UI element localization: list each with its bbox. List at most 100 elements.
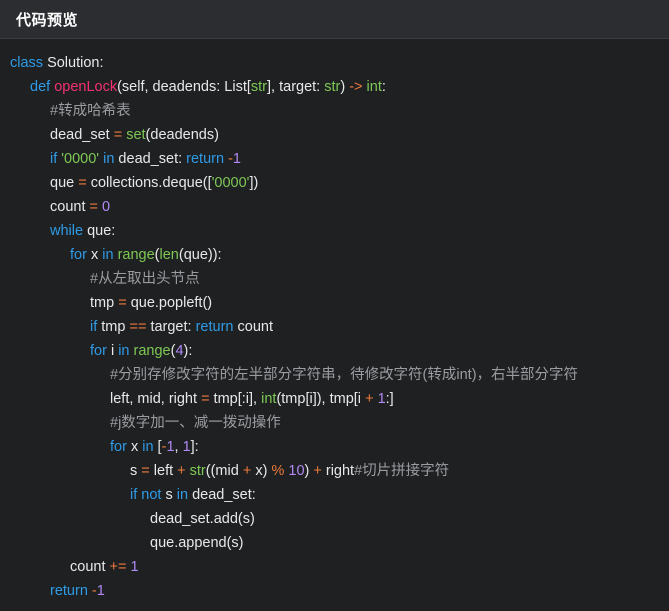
code-token-kw: for	[90, 343, 107, 359]
code-line: count = 0	[0, 195, 669, 219]
code-line: if tmp == target: return count	[0, 315, 669, 339]
code-token-pl: s	[161, 487, 177, 503]
code-token-cm: #转成哈希表	[50, 103, 131, 119]
code-token-bi: int	[261, 391, 277, 407]
code-line: count += 1	[0, 555, 669, 579]
code-token-num: 1	[377, 391, 386, 407]
code-token-kw: in	[176, 487, 189, 503]
code-token-pl: dead_set.add(s)	[150, 511, 255, 527]
code-token-num: 0	[102, 199, 111, 215]
code-token-num: 1	[166, 439, 175, 455]
code-line: return -1	[0, 579, 669, 603]
code-token-pl: right	[321, 463, 355, 479]
code-line: dead_set.add(s)	[0, 507, 669, 531]
code-token-op: +	[365, 391, 374, 407]
code-token-pl: (que)):	[178, 247, 222, 263]
code-line: for x in range(len(que)):	[0, 243, 669, 267]
code-token-pl: tmp	[90, 295, 119, 311]
code-token-pl: :	[381, 79, 386, 95]
code-line: while que:	[0, 219, 669, 243]
code-token-num: 10	[288, 463, 305, 479]
code-line: if not s in dead_set:	[0, 483, 669, 507]
code-token-kw: for	[110, 439, 127, 455]
code-preview-panel: 代码预览 class Solution: def openLock(self, d…	[0, 0, 669, 611]
code-token-str: '0000'	[61, 151, 100, 167]
code-line: for i in range(4):	[0, 339, 669, 363]
code-token-pl: ,	[174, 439, 183, 455]
code-token-op: =	[78, 175, 87, 191]
code-token-pl: dead_set:	[114, 151, 187, 167]
code-line: tmp = que.popleft()	[0, 291, 669, 315]
code-token-pl: (tmp[i]), tmp[i	[276, 391, 366, 407]
code-token-pl: x	[126, 439, 143, 455]
code-token-pl: dead_set:	[188, 487, 256, 503]
code-line: #转成哈希表	[0, 99, 669, 123]
code-token-cm: #分别存修改字符的左半部分字符串，待修改字符(转成int)，右半部分字符	[110, 367, 579, 383]
code-token-kw: return	[50, 583, 88, 599]
code-token-bi: str	[250, 79, 268, 95]
code-token-bi: str	[189, 463, 206, 479]
code-block[interactable]: class Solution: def openLock(self, deaden…	[0, 51, 669, 603]
code-token-pl: count	[70, 559, 110, 575]
code-token-op: +	[313, 463, 322, 479]
code-token-pl: )	[340, 79, 350, 95]
code-token-pl: ):	[183, 343, 193, 359]
code-line: left, mid, right = tmp[:i], int(tmp[i]),…	[0, 387, 669, 411]
code-preview-header: 代码预览	[0, 0, 669, 39]
code-token-kw: return	[195, 319, 234, 335]
code-token-bi: range	[117, 247, 155, 263]
code-line: #从左取出头节点	[0, 267, 669, 291]
code-line: def openLock(self, deadends: List[str], …	[0, 75, 669, 99]
code-token-pl: x)	[251, 463, 272, 479]
code-token-pl: count	[50, 199, 90, 215]
code-token-kw: in	[118, 343, 130, 359]
code-token-pl: que.append(s)	[150, 535, 244, 551]
code-token-kw: return	[186, 151, 225, 167]
code-token-num: 4	[175, 343, 184, 359]
code-token-kw: in	[142, 439, 154, 455]
code-token-pl: s	[130, 463, 142, 479]
code-token-pl: que.popleft()	[126, 295, 213, 311]
code-token-pl: left	[149, 463, 178, 479]
code-line: if '0000' in dead_set: return -1	[0, 147, 669, 171]
code-token-op: %	[271, 463, 285, 479]
code-token-fn: openLock	[54, 79, 118, 95]
code-token-op: ==	[129, 319, 147, 335]
code-token-pl: [	[153, 439, 162, 455]
code-token-pl: ], target:	[267, 79, 325, 95]
code-line: #分别存修改字符的左半部分字符串，待修改字符(转成int)，右半部分字符	[0, 363, 669, 387]
code-token-kw: not	[141, 487, 162, 503]
code-token-num: 1	[232, 151, 241, 167]
code-token-pl: ]:	[190, 439, 199, 455]
code-token-pl: (self, deadends: List[	[117, 79, 251, 95]
code-token-op: +=	[109, 559, 127, 575]
code-token-pl: Solution:	[43, 55, 104, 71]
code-token-kw: in	[102, 247, 114, 263]
code-token-pl: que	[50, 175, 79, 191]
code-token-num: 1	[130, 559, 139, 575]
code-token-pl: :]	[385, 391, 394, 407]
code-token-bi: range	[133, 343, 171, 359]
code-line: que = collections.deque(['0000'])	[0, 171, 669, 195]
code-token-pl: left, mid, right	[110, 391, 202, 407]
code-line: dead_set = set(deadends)	[0, 123, 669, 147]
code-token-cm: #j数字加一、减一拨动操作	[110, 415, 281, 431]
code-line: que.append(s)	[0, 531, 669, 555]
code-token-pl: count	[233, 319, 273, 335]
code-token-pl: target:	[146, 319, 196, 335]
code-token-pl: collections.deque([	[86, 175, 212, 191]
code-token-op: =	[118, 295, 127, 311]
code-token-pl: (deadends)	[145, 127, 219, 143]
code-token-pl: que:	[83, 223, 116, 239]
code-token-pl: i	[106, 343, 119, 359]
code-token-bi: len	[159, 247, 179, 263]
code-token-pl: tmp	[97, 319, 130, 335]
code-token-op: =	[89, 199, 98, 215]
code-line: s = left + str((mid + x) % 10) + right#切…	[0, 459, 669, 483]
code-token-str: '0000'	[211, 175, 250, 191]
code-token-op: =	[141, 463, 150, 479]
code-token-num: 1	[96, 583, 105, 599]
code-token-op: =	[201, 391, 210, 407]
code-token-pl: tmp[:i],	[209, 391, 262, 407]
code-token-kw: while	[50, 223, 84, 239]
